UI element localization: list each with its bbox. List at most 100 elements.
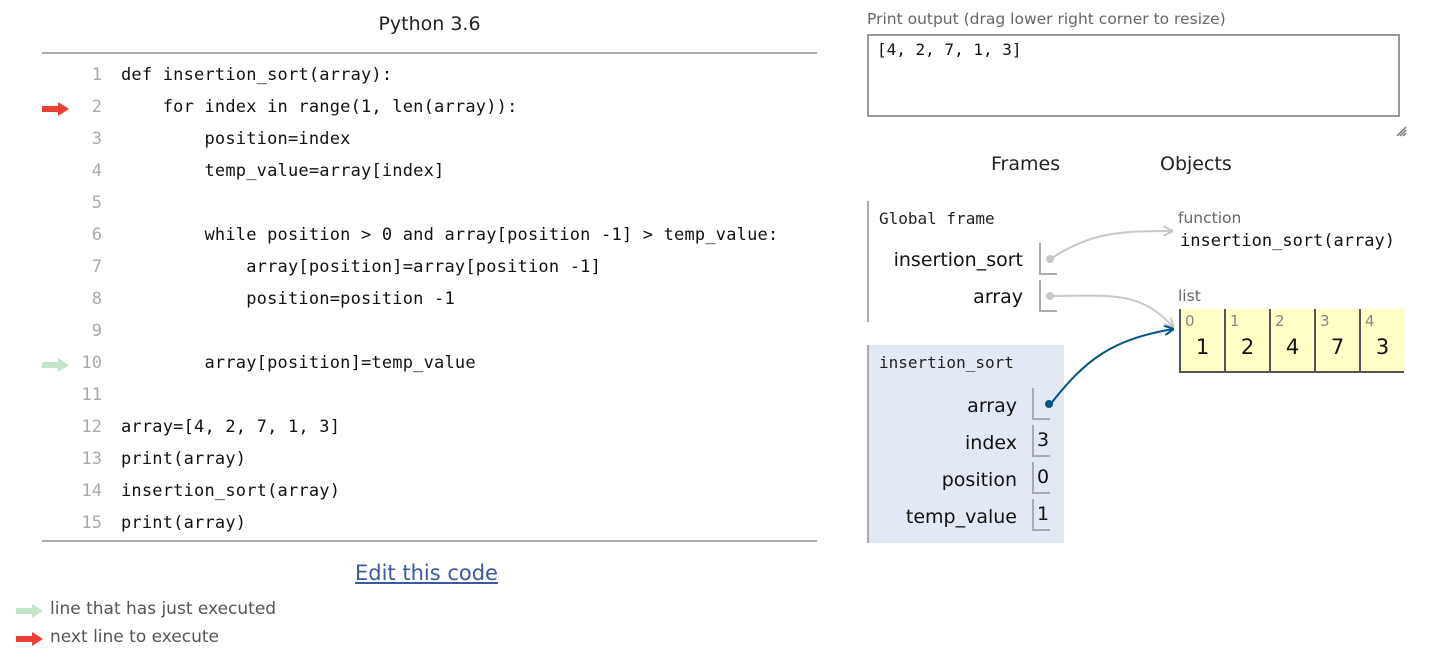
list-cell: 1 2 [1224,309,1269,371]
var-value-box: 1 [1032,499,1050,531]
edit-code-link[interactable]: Edit this code [355,561,498,585]
line-number: 8 [91,289,102,309]
code-text: array=[4, 2, 7, 1, 3] [121,417,341,437]
code-listing: 1 def insertion_sort(array): 2 for index… [42,52,817,542]
var-name: position [941,469,1017,491]
line-number: 15 [81,513,102,533]
var-name: insertion_sort [893,249,1023,271]
code-line: 2 for index in range(1, len(array)): [42,92,817,124]
line-number: 4 [91,161,102,181]
var-value-box: 3 [1032,425,1050,457]
var-value-box [1039,243,1057,275]
code-line: 4 temp_value=array[index] [42,156,817,188]
list-type-label: list [1178,287,1201,305]
line-number: 6 [91,225,102,245]
code-text: insertion_sort(array) [121,481,341,501]
list-object: 0 1 1 2 2 4 3 7 4 3 [1179,309,1404,373]
line-number: 14 [81,481,102,501]
line-number: 12 [81,417,102,437]
list-value: 4 [1285,335,1300,359]
code-line: 7 array[position]=array[position -1] [42,252,817,284]
code-line: 6 while position > 0 and array[position … [42,220,817,252]
line-number: 3 [91,129,102,149]
objects-header: Objects [1160,153,1232,175]
code-line: 8 position=position -1 [42,284,817,316]
var-value-box [1032,388,1053,420]
code-line: 14 insertion_sort(array) [42,476,817,508]
list-cell: 2 4 [1269,309,1314,371]
line-marker [42,421,70,435]
line-number: 1 [91,65,102,85]
code-text: print(array) [121,449,247,469]
list-value: 3 [1375,335,1390,359]
code-text: position=index [121,129,351,149]
list-index: 4 [1365,312,1375,330]
line-number: 13 [81,449,102,469]
code-text: def insertion_sort(array): [121,65,393,85]
list-cell: 4 3 [1359,309,1404,371]
pointer-dot-icon [1046,292,1054,300]
line-number: 11 [81,385,102,405]
executed-arrow-icon [16,603,44,618]
code-text: array[position]=temp_value [121,353,476,373]
line-marker [42,453,70,467]
line-number: 9 [91,321,102,341]
executed-line-arrow-icon [42,357,70,372]
function-signature: insertion_sort(array) [1180,231,1395,251]
language-title: Python 3.6 [378,13,481,35]
line-number: 7 [91,257,102,277]
list-index: 3 [1320,312,1330,330]
print-output-label: Print output (drag lower right corner to… [867,10,1226,28]
pointer-dot-icon [1046,255,1054,263]
code-line: 13 print(array) [42,444,817,476]
line-number: 5 [91,193,102,213]
pointer-arrow-function [1048,231,1172,261]
resize-grip-icon[interactable] [1395,125,1407,137]
function-frame: insertion_sort array index 3 position 0 … [867,345,1064,543]
code-line: 9 [42,316,817,348]
code-line: 15 print(array) [42,508,817,540]
list-cell: 0 1 [1179,309,1224,371]
var-name: index [965,432,1017,454]
code-text: position=position -1 [121,289,455,309]
legend-next-label: next line to execute [50,627,220,647]
line-marker [42,229,70,243]
pointer-dot-icon [1045,400,1053,408]
code-line: 5 [42,188,817,220]
var-value-box [1039,280,1057,312]
global-frame: Global frame insertion_sort array [867,201,1057,322]
next-line-arrow-icon [42,101,70,116]
function-frame-title: insertion_sort [879,353,1014,372]
list-cell: 3 7 [1314,309,1359,371]
line-marker [42,261,70,275]
pointer-arrow-global-list [1048,294,1173,327]
list-value: 2 [1240,335,1255,359]
code-text: array[position]=array[position -1] [121,257,602,277]
list-index: 0 [1185,312,1195,330]
code-line: 3 position=index [42,124,817,156]
line-marker [42,325,70,339]
line-marker [42,293,70,307]
code-line: 12 array=[4, 2, 7, 1, 3] [42,412,817,444]
var-name: array [967,395,1017,417]
line-marker [42,165,70,179]
code-line: 1 def insertion_sort(array): [42,60,817,92]
list-index: 2 [1275,312,1285,330]
next-arrow-icon [16,631,44,646]
function-type-label: function [1178,209,1242,227]
code-line: 10 array[position]=temp_value [42,348,817,380]
list-value: 1 [1195,335,1210,359]
print-output-box[interactable]: [4, 2, 7, 1, 3] [867,34,1400,117]
code-line: 11 [42,380,817,412]
line-marker [42,197,70,211]
var-name: array [973,286,1023,308]
list-value: 7 [1330,335,1345,359]
legend-executed-label: line that has just executed [50,599,277,619]
code-text: for index in range(1, len(array)): [121,97,518,117]
code-text: while position > 0 and array[position -1… [121,225,779,245]
list-index: 1 [1230,312,1240,330]
line-number: 10 [81,353,102,373]
frames-header: Frames [991,153,1061,175]
var-value-box: 0 [1032,462,1050,494]
global-frame-title: Global frame [879,209,995,228]
